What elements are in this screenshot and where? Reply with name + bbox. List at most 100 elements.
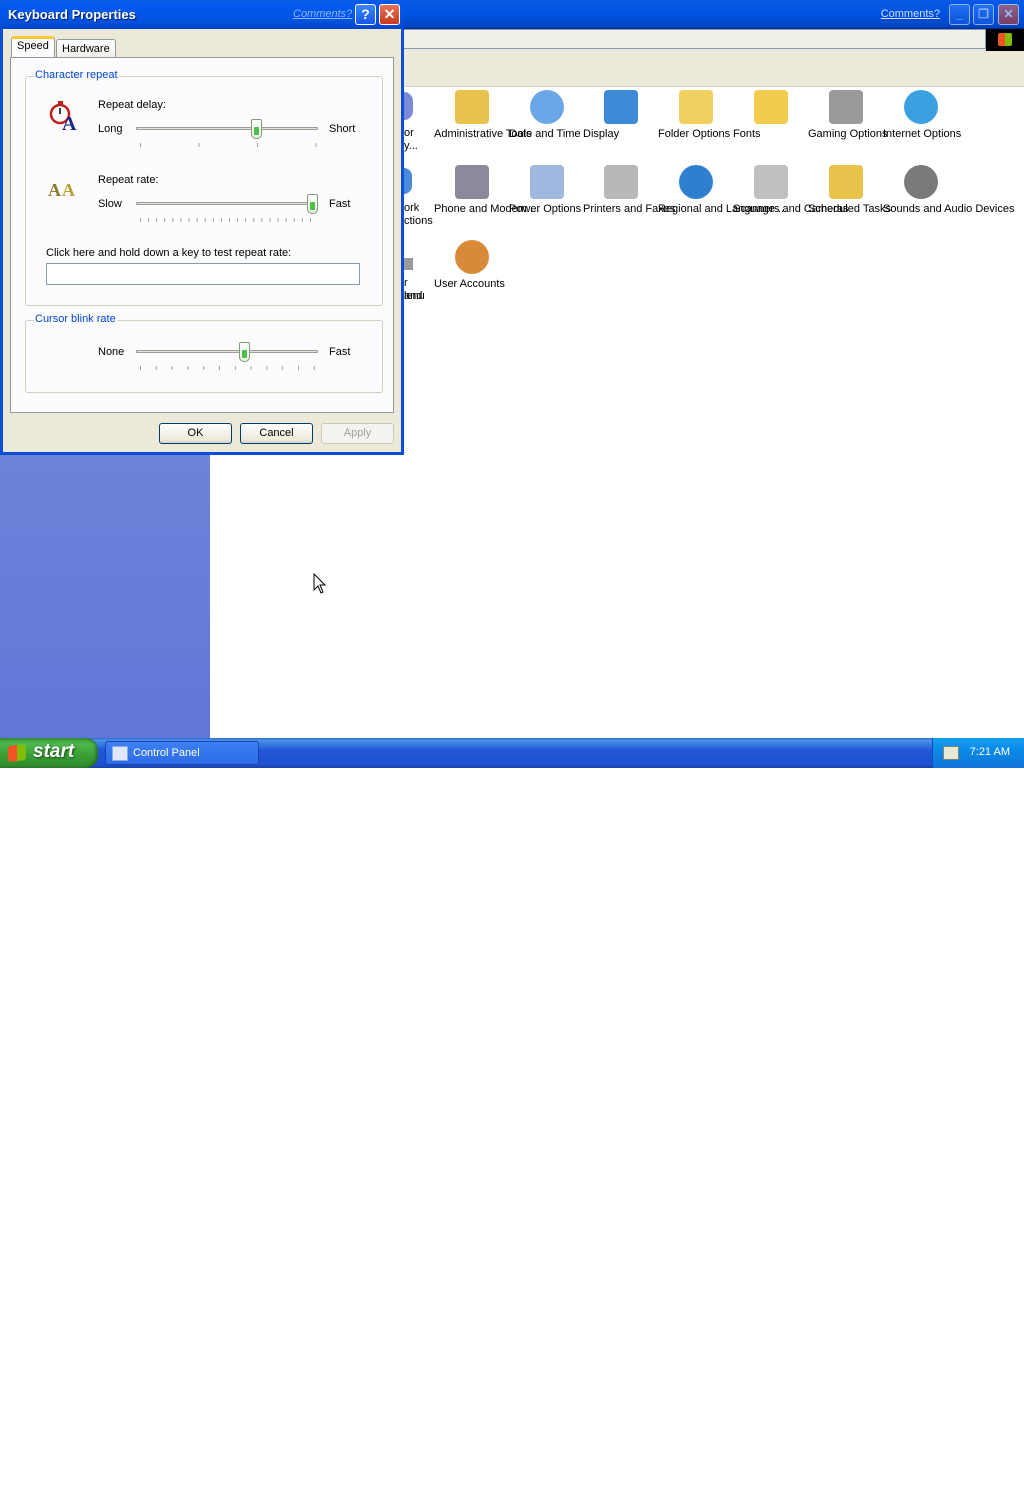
- cp-item-internet-options[interactable]: Internet Options: [883, 90, 961, 140]
- svg-text:A: A: [62, 180, 75, 200]
- system-tray: 7:21 AM: [932, 738, 1024, 768]
- cp-item-printers-and-faxes[interactable]: Printers and Faxes: [583, 165, 675, 215]
- tab-hardware[interactable]: Hardware: [56, 39, 116, 59]
- cp-item-user-accounts[interactable]: User Accounts: [434, 240, 510, 290]
- test-repeat-label: Click here and hold down a key to test r…: [46, 247, 292, 259]
- scheduled-tasks-icon: [829, 165, 863, 199]
- repeat-delay-slider[interactable]: [136, 127, 318, 130]
- start-button[interactable]: start: [0, 738, 98, 768]
- blink-max-label: Fast: [329, 346, 351, 358]
- repeat-rate-max-label: Fast: [329, 198, 351, 210]
- network-tray-icon[interactable]: [943, 746, 959, 760]
- regional-globe-icon: [679, 165, 713, 199]
- mouse-pointer-icon: [313, 573, 327, 594]
- joystick-icon: [829, 90, 863, 124]
- cp-item-sounds-and-audio[interactable]: Sounds and Audio Devices: [883, 165, 1014, 215]
- stopwatch-letter-icon: A: [49, 101, 77, 131]
- ok-button[interactable]: OK: [159, 423, 232, 444]
- cp-item-gaming-options[interactable]: Gaming Options: [808, 90, 887, 140]
- cursor-blink-group: Cursor blink rate None Fast: [25, 313, 383, 393]
- cancel-button[interactable]: Cancel: [240, 423, 313, 444]
- fonts-folder-icon: [754, 90, 788, 124]
- cp-item-administrative-tools[interactable]: Administrative Tools: [434, 90, 532, 140]
- cursor-blink-thumb[interactable]: [238, 342, 250, 362]
- blink-min-label: None: [98, 346, 125, 358]
- taskbar: start Control Panel The Collection Book …: [0, 738, 1024, 1497]
- cursor-blink-legend: Cursor blink rate: [34, 313, 117, 325]
- scanner-camera-icon: [754, 165, 788, 199]
- partial-icon[interactable]: [404, 258, 413, 270]
- character-repeat-group: Character repeat A Repeat delay: Long Sh…: [25, 69, 383, 306]
- speaker-icon: [904, 165, 938, 199]
- close-button[interactable]: ✕: [379, 4, 400, 25]
- cp-item-folder-options[interactable]: Folder Options: [658, 90, 734, 140]
- repeat-rate-label: Repeat rate:: [98, 174, 159, 186]
- svg-text:A: A: [62, 113, 77, 131]
- watermark-logo-icon: [772, 1469, 824, 1497]
- close-icon: ✕: [383, 6, 396, 22]
- monitor-icon: [604, 90, 638, 124]
- repeat-delay-thumb[interactable]: [250, 119, 262, 139]
- clock[interactable]: 7:21 AM: [970, 746, 1010, 758]
- control-panel-comments-link[interactable]: Comments?: [881, 8, 940, 20]
- cp-item-scanners-and-cameras[interactable]: Scanners and Cameras: [733, 165, 849, 215]
- cp-item-power-options[interactable]: Power Options: [509, 165, 585, 215]
- repeat-rate-min-label: Slow: [98, 198, 122, 210]
- cp-item-fonts[interactable]: Fonts: [733, 90, 809, 140]
- folder-options-icon: [679, 90, 713, 124]
- maximize-button[interactable]: ❐: [973, 4, 994, 25]
- cp-item-date-and-time[interactable]: Date and Time: [509, 90, 585, 140]
- cp-item-display[interactable]: Display: [583, 90, 659, 140]
- cp-item-phone-and-modem[interactable]: Phone and Modem ...: [434, 165, 539, 215]
- dialog-body: Speed Hardware Character repeat A Repeat…: [3, 29, 401, 452]
- character-repeat-legend: Character repeat: [34, 69, 119, 81]
- minimize-button[interactable]: _: [949, 4, 970, 25]
- letters-aa-icon: A A: [48, 180, 75, 200]
- administrative-tools-icon: [455, 90, 489, 124]
- partial-label[interactable]: ctions: [404, 215, 433, 228]
- cursor-blink-ticks: [140, 366, 318, 370]
- windows-flag-icon: [998, 33, 1012, 46]
- repeat-rate-slider[interactable]: [136, 202, 318, 205]
- repeat-delay-min-label: Long: [98, 123, 123, 135]
- clock-calendar-icon: [530, 90, 564, 124]
- repeat-delay-ticks: [140, 143, 318, 147]
- taskbar-item-control-panel[interactable]: Control Panel: [105, 741, 259, 765]
- cursor-blink-slider[interactable]: [136, 350, 318, 353]
- dialog-titlebar[interactable]: Keyboard Properties Comments? ? ✕: [0, 0, 404, 29]
- close-button[interactable]: ✕: [998, 4, 1019, 25]
- repeat-rate-ticks: [140, 218, 318, 222]
- control-panel-icon: [112, 746, 128, 761]
- partial-label[interactable]: ork: [404, 202, 419, 215]
- repeat-delay-max-label: Short: [329, 123, 356, 135]
- partial-label[interactable]: lenu: [404, 290, 425, 303]
- close-icon: ✕: [1003, 7, 1014, 21]
- help-button[interactable]: ?: [355, 4, 376, 25]
- partial-icon[interactable]: [404, 168, 412, 194]
- apply-button[interactable]: Apply: [321, 423, 394, 444]
- repeat-delay-label: Repeat delay:: [98, 99, 166, 111]
- globe-icon: [904, 90, 938, 124]
- test-repeat-input[interactable]: [46, 263, 360, 285]
- restore-icon: ❐: [978, 7, 989, 21]
- power-icon: [530, 165, 564, 199]
- svg-text:A: A: [48, 180, 61, 200]
- partial-icon[interactable]: [404, 92, 413, 120]
- speed-tab-panel: Character repeat A Repeat delay: Long Sh…: [10, 57, 394, 413]
- taskbar-item-label: Control Panel: [133, 747, 200, 759]
- printer-icon: [604, 165, 638, 199]
- dialog-title: Keyboard Properties: [8, 7, 136, 22]
- cp-item-scheduled-tasks[interactable]: Scheduled Tasks: [808, 165, 891, 215]
- dialog-comments-link[interactable]: Comments?: [293, 8, 352, 20]
- users-icon: [455, 240, 489, 274]
- tab-speed[interactable]: Speed: [11, 36, 55, 58]
- repeat-rate-thumb[interactable]: [307, 194, 318, 214]
- help-icon: ?: [361, 6, 370, 22]
- start-label: start: [33, 741, 75, 762]
- phone-modem-icon: [455, 165, 489, 199]
- minimize-icon: _: [956, 7, 963, 21]
- partial-label[interactable]: y...: [404, 140, 418, 153]
- keyboard-properties-dialog: Keyboard Properties Comments? ? ✕ Speed …: [0, 0, 404, 455]
- cp-item-regional-and-language[interactable]: Regional and Language ...: [658, 165, 787, 215]
- partial-label[interactable]: or: [404, 127, 414, 140]
